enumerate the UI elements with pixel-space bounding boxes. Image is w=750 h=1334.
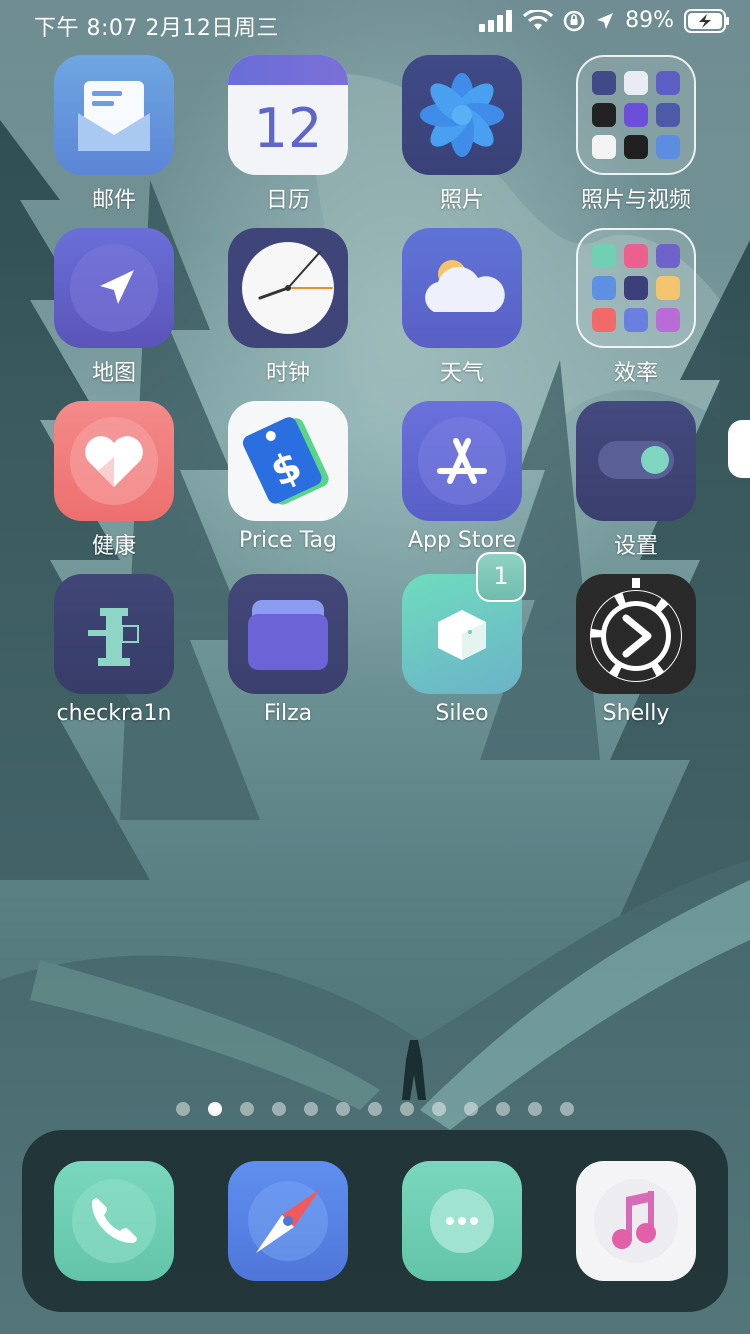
- app-label-settings: 设置: [613, 534, 658, 559]
- location-icon: [597, 12, 614, 29]
- app-label-health: 健康: [91, 534, 136, 559]
- page-dot[interactable]: [336, 1102, 350, 1116]
- phone-icon: [54, 1161, 174, 1281]
- page-dot[interactable]: [400, 1102, 414, 1116]
- app-label-mail: 邮件: [91, 188, 136, 213]
- wifi-icon: [523, 9, 554, 30]
- app-label-checkra1n: checkra1n: [56, 701, 172, 726]
- price-tag-icon: $: [228, 401, 348, 521]
- clock-icon: [228, 228, 348, 348]
- app-label-calendar: 日历: [265, 188, 310, 213]
- folder-label-productivity: 效率: [613, 361, 658, 386]
- app-label-filza: Filza: [263, 701, 313, 726]
- status-time-date: 下午 8:07 2月12日周三: [34, 16, 279, 41]
- folder-icon: [576, 55, 696, 175]
- compass-icon: [228, 1161, 348, 1281]
- app-label-weather: 天气: [439, 361, 484, 386]
- app-label-app-store: App Store: [407, 528, 517, 553]
- page-dot[interactable]: [304, 1102, 318, 1116]
- weather-icon: [402, 228, 522, 348]
- page-dot[interactable]: [464, 1102, 478, 1116]
- page-dot[interactable]: [528, 1102, 542, 1116]
- chess-rook-icon: [54, 574, 174, 694]
- page-dot[interactable]: [240, 1102, 254, 1116]
- folder-label-photos-video: 照片与视频: [580, 188, 691, 213]
- page-dot[interactable]: [560, 1102, 574, 1116]
- edge-panel-handle[interactable]: [728, 420, 750, 478]
- app-label-maps: 地图: [91, 361, 136, 386]
- page-dot[interactable]: [208, 1102, 222, 1116]
- rotation-lock-icon: [563, 10, 585, 31]
- page-dot[interactable]: [368, 1102, 382, 1116]
- music-note-icon: [576, 1161, 696, 1281]
- chat-bubble-icon: [402, 1161, 522, 1281]
- maps-icon: [54, 228, 174, 348]
- page-dot[interactable]: [272, 1102, 286, 1116]
- battery-percent: 89%: [625, 8, 674, 33]
- app-label-clock: 时钟: [265, 361, 310, 386]
- page-dot[interactable]: [432, 1102, 446, 1116]
- page-indicator[interactable]: [0, 1102, 750, 1116]
- app-label-price-tag: Price Tag: [239, 528, 337, 553]
- mail-icon: [54, 55, 174, 175]
- app-label-sileo: Sileo: [435, 701, 489, 726]
- app-store-icon: [402, 401, 522, 521]
- health-icon: [54, 401, 174, 521]
- shelly-terminal-icon: [576, 574, 696, 694]
- notification-badge: 1: [476, 552, 526, 602]
- photos-icon: [402, 55, 522, 175]
- page-dot[interactable]: [176, 1102, 190, 1116]
- app-label-shelly: Shelly: [602, 701, 670, 726]
- calendar-icon: 12: [228, 55, 348, 175]
- app-label-photos: 照片: [439, 188, 484, 213]
- folder-files-icon: [228, 574, 348, 694]
- signal-icon: [479, 9, 513, 32]
- page-dot[interactable]: [496, 1102, 510, 1116]
- status-bar: 下午 8:07 2月12日周三 89%: [0, 0, 750, 48]
- home-screen: 下午 8:07 2月12日周三 89% 邮件 12 日历 照片 照片与视频 地图…: [0, 0, 750, 1334]
- dock: [22, 1130, 728, 1312]
- battery-charging-icon: [684, 8, 729, 33]
- calendar-day: 12: [253, 97, 323, 160]
- folder-icon: [576, 228, 696, 348]
- settings-toggle-icon: [576, 401, 696, 521]
